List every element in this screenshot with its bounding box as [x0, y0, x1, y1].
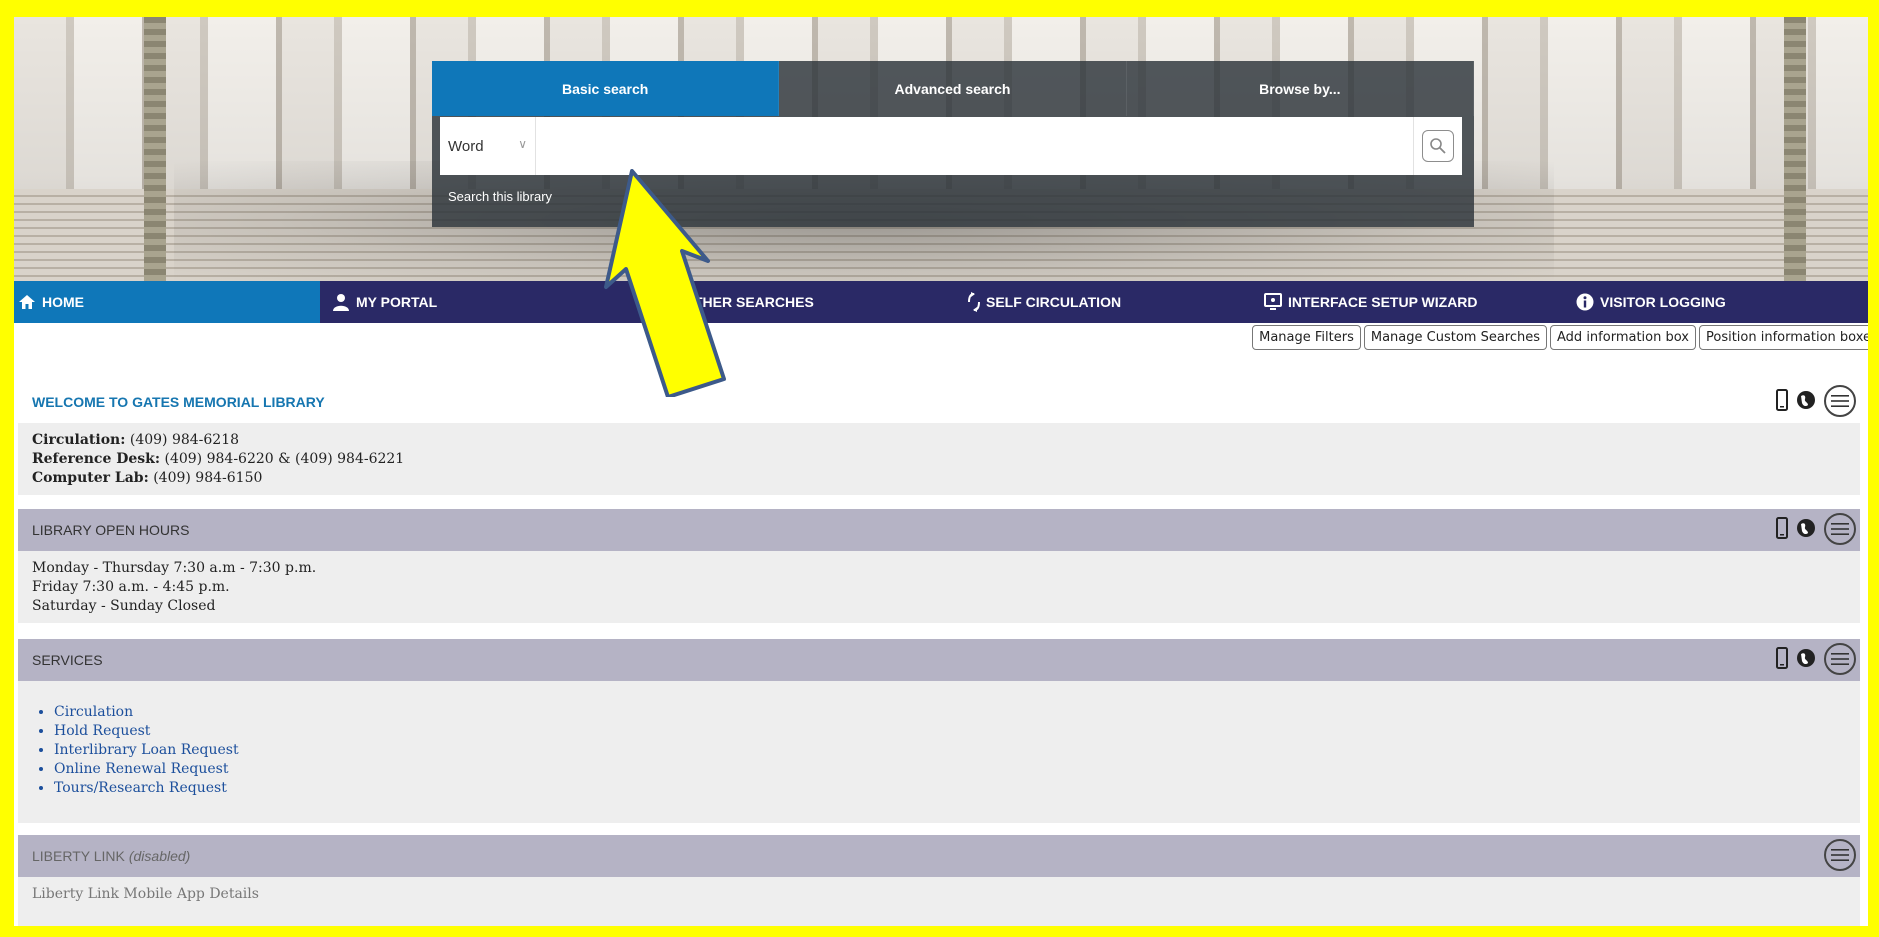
welcome-box-title: WELCOME TO GATES MEMORIAL LIBRARY	[32, 394, 325, 410]
services-box-controls	[1776, 643, 1856, 675]
refresh-icon	[968, 292, 980, 312]
liberty-link-box-header: LIBERTY LINK (disabled)	[18, 835, 1860, 877]
nav-visitor-logging-label: VISITOR LOGGING	[1600, 294, 1726, 310]
search-caption: Search this library	[448, 189, 553, 204]
list-item: Hold Request	[54, 722, 1846, 741]
tab-basic-search[interactable]: Basic search	[432, 61, 780, 116]
hours-box-body: Monday - Thursday 7:30 a.m - 7:30 p.m. F…	[18, 551, 1860, 623]
hours-box-title: LIBRARY OPEN HOURS	[32, 522, 190, 538]
manage-filters-button[interactable]: Manage Filters	[1252, 325, 1361, 350]
welcome-box-controls	[1776, 385, 1856, 417]
search-row: Word ∨	[440, 117, 1462, 175]
hours-line: Friday 7:30 a.m. - 4:45 p.m.	[32, 579, 230, 595]
mobile-icon[interactable]	[1776, 388, 1788, 414]
app-frame: Basic search Advanced search Browse by..…	[14, 17, 1868, 926]
services-list: Circulation Hold Request Interlibrary Lo…	[32, 703, 1846, 798]
tab-advanced-search[interactable]: Advanced search	[779, 61, 1127, 116]
liberty-link-box: LIBERTY LINK (disabled) Liberty Link Mob…	[18, 835, 1860, 926]
admin-toolbar: Manage Filters Manage Custom Searches Ad…	[1252, 325, 1868, 350]
nav-my-portal-label: MY PORTAL	[356, 294, 438, 310]
search-panel: Basic search Advanced search Browse by..…	[432, 61, 1474, 227]
hours-box-controls	[1776, 513, 1856, 545]
manage-custom-searches-button[interactable]: Manage Custom Searches	[1363, 325, 1548, 350]
user-icon	[332, 293, 350, 311]
welcome-box-header: WELCOME TO GATES MEMORIAL LIBRARY	[18, 381, 1860, 423]
add-information-box-button[interactable]: Add information box	[1550, 325, 1696, 350]
nav-interface-setup-wizard-label: INTERFACE SETUP WIZARD	[1288, 294, 1478, 310]
globe-icon[interactable]	[1796, 390, 1816, 413]
search-tabs: Basic search Advanced search Browse by..…	[432, 61, 1474, 116]
palm-tree-right	[1784, 17, 1806, 281]
nav-interface-setup-wizard[interactable]: INTERFACE SETUP WIZARD	[1248, 281, 1562, 323]
circulation-link[interactable]: Circulation	[54, 704, 133, 720]
search-input[interactable]	[536, 118, 1413, 174]
search-type-value: Word	[448, 137, 484, 155]
position-information-boxes-button[interactable]: Position information boxe	[1698, 325, 1868, 350]
contact-line: Reference Desk: (409) 984-6220 & (409) 9…	[32, 451, 405, 467]
nav-home-label: HOME	[42, 294, 84, 310]
globe-icon[interactable]	[1796, 518, 1816, 541]
contact-line: Circulation: (409) 984-6218	[32, 432, 240, 448]
liberty-link-status: (disabled)	[128, 848, 191, 864]
liberty-link-details: Liberty Link Mobile App Details	[32, 886, 259, 902]
globe-icon[interactable]	[1796, 648, 1816, 671]
mobile-icon[interactable]	[1776, 516, 1788, 542]
hours-box-header: LIBRARY OPEN HOURS	[18, 509, 1860, 551]
hours-box: LIBRARY OPEN HOURS Monday - Thursday 7:3…	[18, 509, 1860, 623]
hold-request-link[interactable]: Hold Request	[54, 723, 150, 739]
services-box-body: Circulation Hold Request Interlibrary Lo…	[18, 681, 1860, 823]
liberty-link-box-controls	[1824, 839, 1856, 871]
palm-tree-left	[144, 17, 166, 281]
menu-icon[interactable]	[1824, 839, 1856, 871]
tab-browse-by[interactable]: Browse by...	[1127, 61, 1474, 116]
list-item: Interlibrary Loan Request	[54, 741, 1846, 760]
info-icon	[1576, 293, 1594, 311]
nav-self-circulation[interactable]: SELF CIRCULATION	[926, 281, 1248, 323]
welcome-box-body: Circulation: (409) 984-6218 Reference De…	[18, 423, 1860, 495]
search-icon	[1422, 130, 1454, 162]
interlibrary-loan-link[interactable]: Interlibrary Loan Request	[54, 742, 239, 758]
liberty-link-box-body: Liberty Link Mobile App Details	[18, 877, 1860, 926]
nav-other-searches-label: THER SEARCHES	[694, 294, 814, 310]
services-box: SERVICES Circulation Hold Request Interl…	[18, 639, 1860, 823]
online-renewal-link[interactable]: Online Renewal Request	[54, 761, 229, 777]
liberty-link-box-title: LIBERTY LINK	[32, 848, 125, 864]
monitor-icon	[1264, 293, 1282, 311]
welcome-box: WELCOME TO GATES MEMORIAL LIBRARY Circul…	[18, 381, 1860, 495]
chevron-down-icon: ∨	[518, 137, 527, 151]
tours-research-link[interactable]: Tours/Research Request	[54, 780, 227, 796]
list-item: Circulation	[54, 703, 1846, 722]
contact-line: Computer Lab: (409) 984-6150	[32, 470, 263, 486]
nav-visitor-logging[interactable]: VISITOR LOGGING	[1562, 281, 1868, 323]
list-item: Tours/Research Request	[54, 779, 1846, 798]
services-box-title: SERVICES	[32, 652, 103, 668]
nav-home[interactable]: HOME	[14, 281, 320, 323]
menu-icon[interactable]	[1824, 643, 1856, 675]
hours-line: Monday - Thursday 7:30 a.m - 7:30 p.m.	[32, 560, 317, 576]
list-item: Online Renewal Request	[54, 760, 1846, 779]
services-box-header: SERVICES	[18, 639, 1860, 681]
main-nav: HOME MY PORTAL THER SEARCHES SELF CIRCUL…	[14, 281, 1868, 323]
home-icon	[18, 294, 36, 310]
menu-icon[interactable]	[1824, 513, 1856, 545]
hero-banner: Basic search Advanced search Browse by..…	[14, 17, 1868, 281]
menu-icon[interactable]	[1824, 385, 1856, 417]
nav-other-searches[interactable]: THER SEARCHES	[636, 281, 926, 323]
search-type-select[interactable]: Word ∨	[440, 117, 536, 175]
search-button[interactable]	[1413, 117, 1462, 175]
hours-line: Saturday - Sunday Closed	[32, 598, 216, 614]
mobile-icon[interactable]	[1776, 646, 1788, 672]
nav-my-portal[interactable]: MY PORTAL	[320, 281, 636, 323]
nav-self-circulation-label: SELF CIRCULATION	[986, 294, 1122, 310]
